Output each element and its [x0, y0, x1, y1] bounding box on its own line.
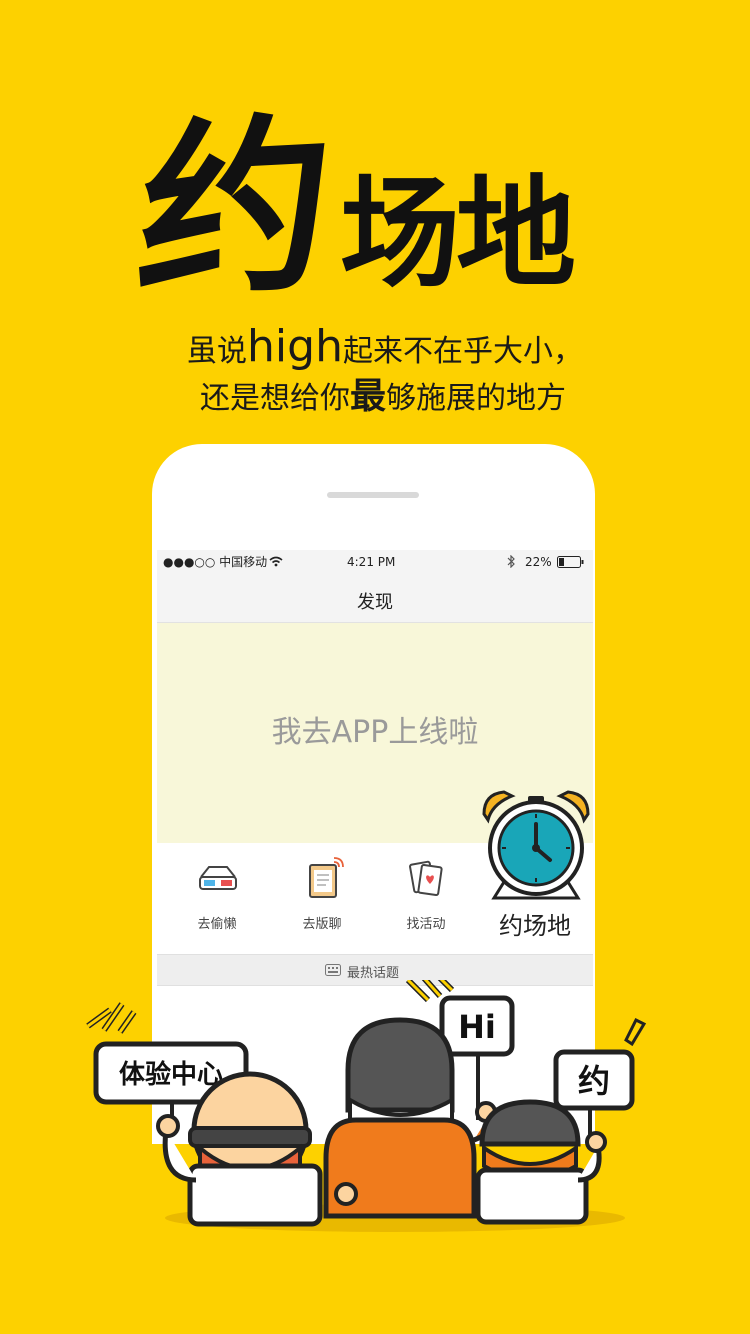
menu-item-ban-liao[interactable]: 去版聊: [272, 843, 372, 953]
menu-item-label: 找活动: [406, 917, 446, 932]
slogan-text: 够施展的地方: [386, 381, 566, 416]
slogan-highlight: 最: [349, 376, 386, 417]
hero-title-rest: 场地: [340, 165, 576, 304]
sign-middle-text: Hi: [458, 1008, 496, 1046]
sign-left-text: 体验中心: [119, 1059, 223, 1090]
hero-title-first: 约: [129, 94, 341, 325]
mascot-left: 体验中心: [86, 1002, 323, 1227]
slogan-line-2: 还是想给你最够施展的地方: [8, 372, 750, 424]
slogan-text: 虽说: [187, 334, 248, 369]
sign-right-text: 约: [578, 1062, 610, 1100]
slogan-text: 起来不在乎大小，: [342, 334, 583, 369]
carrier-label: ●●●○○ 中国移动: [163, 555, 268, 569]
menu-item-zhao-huo-dong[interactable]: 找活动: [376, 843, 476, 953]
menu-item-label: 去偷懒: [197, 917, 237, 932]
alarm-clock-icon: [482, 790, 590, 900]
menu-item-label: 去版聊: [302, 917, 342, 932]
battery-icon: [557, 556, 584, 568]
menu-item-label-yue-chang-di: 约场地: [499, 912, 571, 940]
menu-item-yue-chang-di[interactable]: [478, 786, 594, 906]
phone-speaker: [327, 492, 419, 498]
battery-percent: 22%: [525, 555, 552, 569]
section-label: 最热话题: [347, 966, 400, 981]
nav-bar: 发现: [157, 574, 593, 623]
bluetooth-icon: [507, 555, 515, 568]
status-bar: ●●●○○ 中国移动 4:21 PM 22%: [157, 550, 593, 574]
tablet-wifi-icon: [309, 857, 344, 898]
hero-title: 约 场地: [0, 94, 750, 325]
mascot-illustration: 体验中心 Hi 约: [86, 980, 647, 1232]
banner-text: 我去APP上线啦: [271, 715, 479, 750]
slogan-line-1: 虽说high起来不在乎大小，: [10, 322, 750, 377]
chat-keyboard-icon: [325, 964, 341, 976]
menu-item-tou-lan[interactable]: 去偷懒: [167, 843, 267, 953]
wifi-icon: [269, 556, 283, 567]
slogan-highlight: high: [247, 321, 343, 372]
3d-glasses-icon: [199, 866, 237, 890]
playing-cards-icon: [409, 860, 443, 896]
nav-title: 发现: [357, 592, 393, 613]
slogan-text: 还是想给你: [199, 381, 350, 416]
status-time: 4:21 PM: [347, 555, 396, 569]
